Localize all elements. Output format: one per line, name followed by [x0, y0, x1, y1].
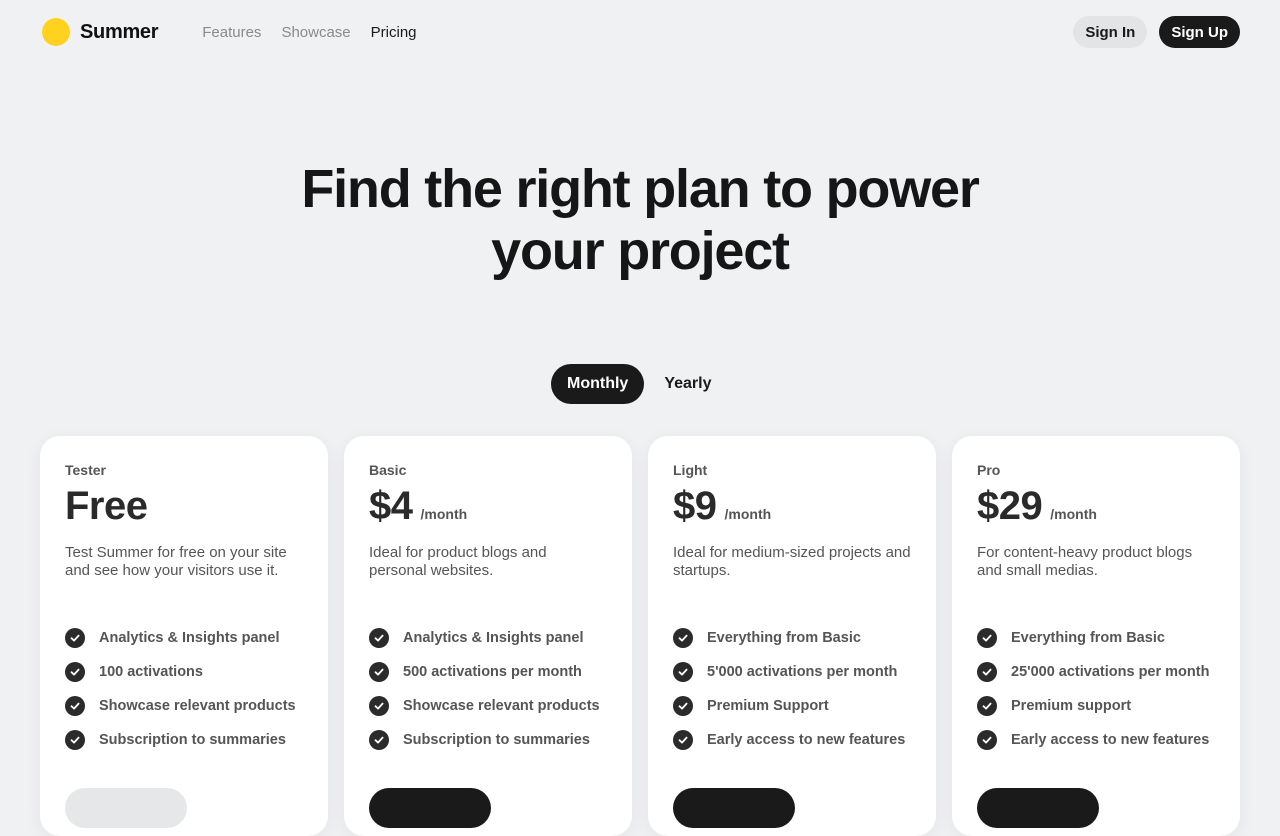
plan-period: /month [420, 506, 468, 522]
plan-card-light: Light $9 /month Ideal for medium-sized p… [648, 436, 936, 836]
page-title-line-2: your project [491, 221, 790, 281]
feature-text: 5'000 activations per month [707, 664, 898, 680]
price-row: $4 /month [369, 484, 607, 530]
plan-description: For content-heavy product blogs and smal… [977, 544, 1193, 579]
page-title-line-1: Find the right plan to power [301, 159, 980, 219]
check-icon [369, 696, 389, 716]
plan-price: $4 [369, 484, 413, 528]
nav-links: Features Showcase Pricing [202, 24, 416, 41]
nav-link-pricing[interactable]: Pricing [371, 24, 417, 41]
toggle-yearly[interactable]: Yearly [648, 364, 727, 404]
feature-text: Subscription to summaries [403, 732, 590, 748]
plan-cta-button[interactable] [369, 788, 491, 828]
check-icon [65, 628, 85, 648]
check-icon [369, 730, 389, 750]
toggle-monthly[interactable]: Monthly [551, 364, 645, 404]
feature-text: Early access to new features [1011, 732, 1210, 748]
page-title: Find the right plan to power your projec… [40, 158, 1240, 282]
feature-text: Showcase relevant products [403, 698, 600, 714]
feature-text: 500 activations per month [403, 664, 582, 680]
feature-item: Everything from Basic [977, 621, 1215, 655]
plan-name: Tester [65, 462, 106, 478]
feature-item: 25'000 activations per month [977, 655, 1215, 689]
check-icon [673, 628, 693, 648]
feature-text: 25'000 activations per month [1011, 664, 1210, 680]
feature-item: Early access to new features [977, 723, 1215, 757]
check-icon [369, 628, 389, 648]
plan-description: Ideal for product blogs and personal web… [369, 544, 547, 579]
check-icon [977, 662, 997, 682]
plan-name: Light [673, 462, 708, 478]
feature-list: Everything from Basic 5'000 activations … [673, 621, 911, 757]
feature-list: Everything from Basic 25'000 activations… [977, 621, 1215, 757]
sign-up-button[interactable]: Sign Up [1159, 16, 1240, 48]
check-icon [977, 730, 997, 750]
feature-text: Everything from Basic [1011, 630, 1165, 646]
feature-list: Analytics & Insights panel 100 activatio… [65, 621, 303, 757]
feature-text: Analytics & Insights panel [403, 630, 584, 646]
feature-text: Subscription to summaries [99, 732, 286, 748]
sun-logo-icon [42, 18, 70, 46]
plan-name: Pro [977, 462, 1001, 478]
feature-item: Early access to new features [673, 723, 911, 757]
plan-card-pro: Pro $29 /month For content-heavy product… [952, 436, 1240, 836]
top-nav: Summer Features Showcase Pricing Sign In… [0, 0, 1280, 64]
plan-description: Ideal for medium-sized projects and star… [673, 544, 911, 579]
feature-item: Analytics & Insights panel [369, 621, 607, 655]
check-icon [977, 628, 997, 648]
plan-period: /month [724, 506, 772, 522]
plan-description: Test Summer for free on your site and se… [65, 544, 287, 579]
plan-cta-button[interactable] [977, 788, 1099, 828]
check-icon [65, 730, 85, 750]
price-row: $9 /month [673, 484, 911, 530]
feature-item: Premium support [977, 689, 1215, 723]
brand-name: Summer [80, 20, 159, 43]
feature-item: 5'000 activations per month [673, 655, 911, 689]
plan-name: Basic [369, 462, 407, 478]
plan-cta-button[interactable] [673, 788, 795, 828]
plan-period: /month [1050, 506, 1097, 522]
feature-text: Early access to new features [707, 732, 906, 748]
plan-card-tester: Tester Free Test Summer for free on your… [40, 436, 328, 836]
nav-link-showcase[interactable]: Showcase [281, 24, 350, 41]
feature-list: Analytics & Insights panel 500 activatio… [369, 621, 607, 757]
feature-text: Analytics & Insights panel [99, 630, 280, 646]
pricing-cards: Tester Free Test Summer for free on your… [40, 436, 1240, 836]
feature-text: Showcase relevant products [99, 698, 296, 714]
feature-text: Premium Support [707, 698, 829, 714]
plan-price: $29 [977, 484, 1043, 528]
check-icon [673, 696, 693, 716]
feature-item: Analytics & Insights panel [65, 621, 303, 655]
check-icon [65, 696, 85, 716]
auth-buttons: Sign In Sign Up [1073, 16, 1240, 48]
price-row: $29 /month [977, 484, 1215, 530]
feature-item: Subscription to summaries [369, 723, 607, 757]
plan-card-basic: Basic $4 /month Ideal for product blogs … [344, 436, 632, 836]
feature-item: 100 activations [65, 655, 303, 689]
feature-item: Showcase relevant products [369, 689, 607, 723]
sign-in-button[interactable]: Sign In [1073, 16, 1148, 48]
plan-price: Free [65, 484, 148, 528]
plan-price: $9 [673, 484, 717, 528]
check-icon [369, 662, 389, 682]
brand-logo[interactable]: Summer [40, 18, 159, 46]
feature-item: Premium Support [673, 689, 911, 723]
feature-item: Everything from Basic [673, 621, 911, 655]
feature-item: Subscription to summaries [65, 723, 303, 757]
nav-link-features[interactable]: Features [202, 24, 261, 41]
plan-cta-button[interactable] [65, 788, 187, 828]
check-icon [65, 662, 85, 682]
price-row: Free [65, 484, 303, 530]
check-icon [977, 696, 997, 716]
feature-text: Everything from Basic [707, 630, 861, 646]
billing-toggle: Monthly Yearly [551, 364, 727, 404]
feature-item: 500 activations per month [369, 655, 607, 689]
check-icon [673, 662, 693, 682]
check-icon [673, 730, 693, 750]
feature-item: Showcase relevant products [65, 689, 303, 723]
feature-text: Premium support [1011, 698, 1132, 714]
feature-text: 100 activations [99, 664, 203, 680]
